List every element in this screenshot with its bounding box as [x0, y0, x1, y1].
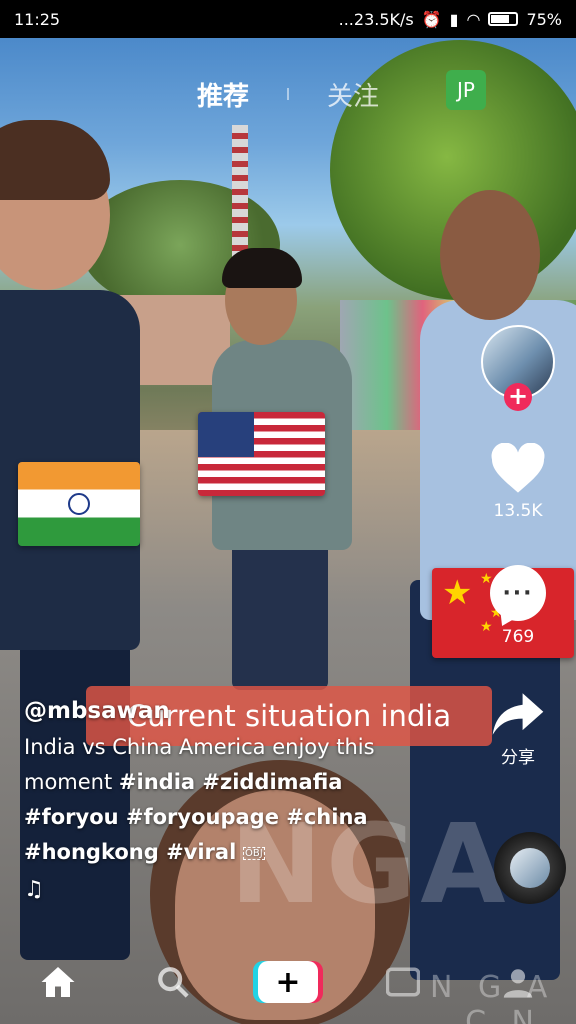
- creator-avatar[interactable]: +: [481, 325, 555, 411]
- obj-marker: OBJ: [242, 846, 265, 860]
- tab-following[interactable]: 关注: [327, 76, 379, 113]
- signal-icon: ▮: [449, 9, 459, 29]
- nav-search[interactable]: [143, 952, 203, 1012]
- share-label: 分享: [501, 748, 535, 768]
- music-note-icon[interactable]: ♫: [24, 877, 404, 902]
- post-description: India vs China America enjoy this moment…: [24, 730, 404, 871]
- nav-profile[interactable]: [488, 952, 548, 1012]
- comment-count: 769: [501, 627, 535, 647]
- follow-button[interactable]: +: [504, 383, 532, 411]
- plus-icon: +: [257, 961, 318, 1003]
- comment-icon: ···: [490, 565, 546, 621]
- wifi-icon: ◠: [466, 9, 481, 29]
- music-disc[interactable]: [494, 832, 566, 904]
- tab-divider: [287, 88, 289, 100]
- share-icon: [492, 693, 544, 735]
- post-caption: @mbsawan India vs China America enjoy th…: [24, 698, 404, 902]
- share-button[interactable]: 分享: [490, 691, 546, 768]
- nav-home[interactable]: [28, 952, 88, 1012]
- usa-flag-icon: [198, 412, 325, 496]
- nav-create[interactable]: +: [257, 952, 318, 1012]
- post-username[interactable]: @mbsawan: [24, 698, 404, 724]
- feed-tabs: 推荐 关注: [0, 74, 576, 114]
- status-right: ...23.5K/s ⏰ ▮ ◠ 75%: [339, 10, 562, 29]
- inbox-icon: [386, 967, 421, 997]
- tower: [232, 125, 248, 265]
- alarm-icon: ⏰: [421, 9, 442, 29]
- home-icon: [41, 967, 75, 997]
- battery-level: 75%: [526, 9, 562, 29]
- live-avatar[interactable]: JP: [446, 70, 486, 110]
- profile-icon: [504, 969, 533, 998]
- nav-inbox[interactable]: [373, 952, 433, 1012]
- comment-button[interactable]: ··· 769: [490, 565, 546, 647]
- status-time: 11:25: [14, 9, 61, 29]
- tab-recommend[interactable]: 推荐: [197, 76, 249, 113]
- bottom-nav: +: [0, 940, 576, 1024]
- status-bar: 11:25 ...23.5K/s ⏰ ▮ ◠ 75%: [0, 0, 576, 38]
- search-icon: [157, 967, 189, 998]
- india-flag-icon: [18, 462, 140, 546]
- like-button[interactable]: 13.5K: [489, 443, 547, 521]
- net-speed: ...23.5K/s: [338, 9, 414, 29]
- heart-icon: [491, 443, 545, 493]
- like-count: 13.5K: [493, 501, 543, 521]
- battery-icon: [488, 12, 519, 26]
